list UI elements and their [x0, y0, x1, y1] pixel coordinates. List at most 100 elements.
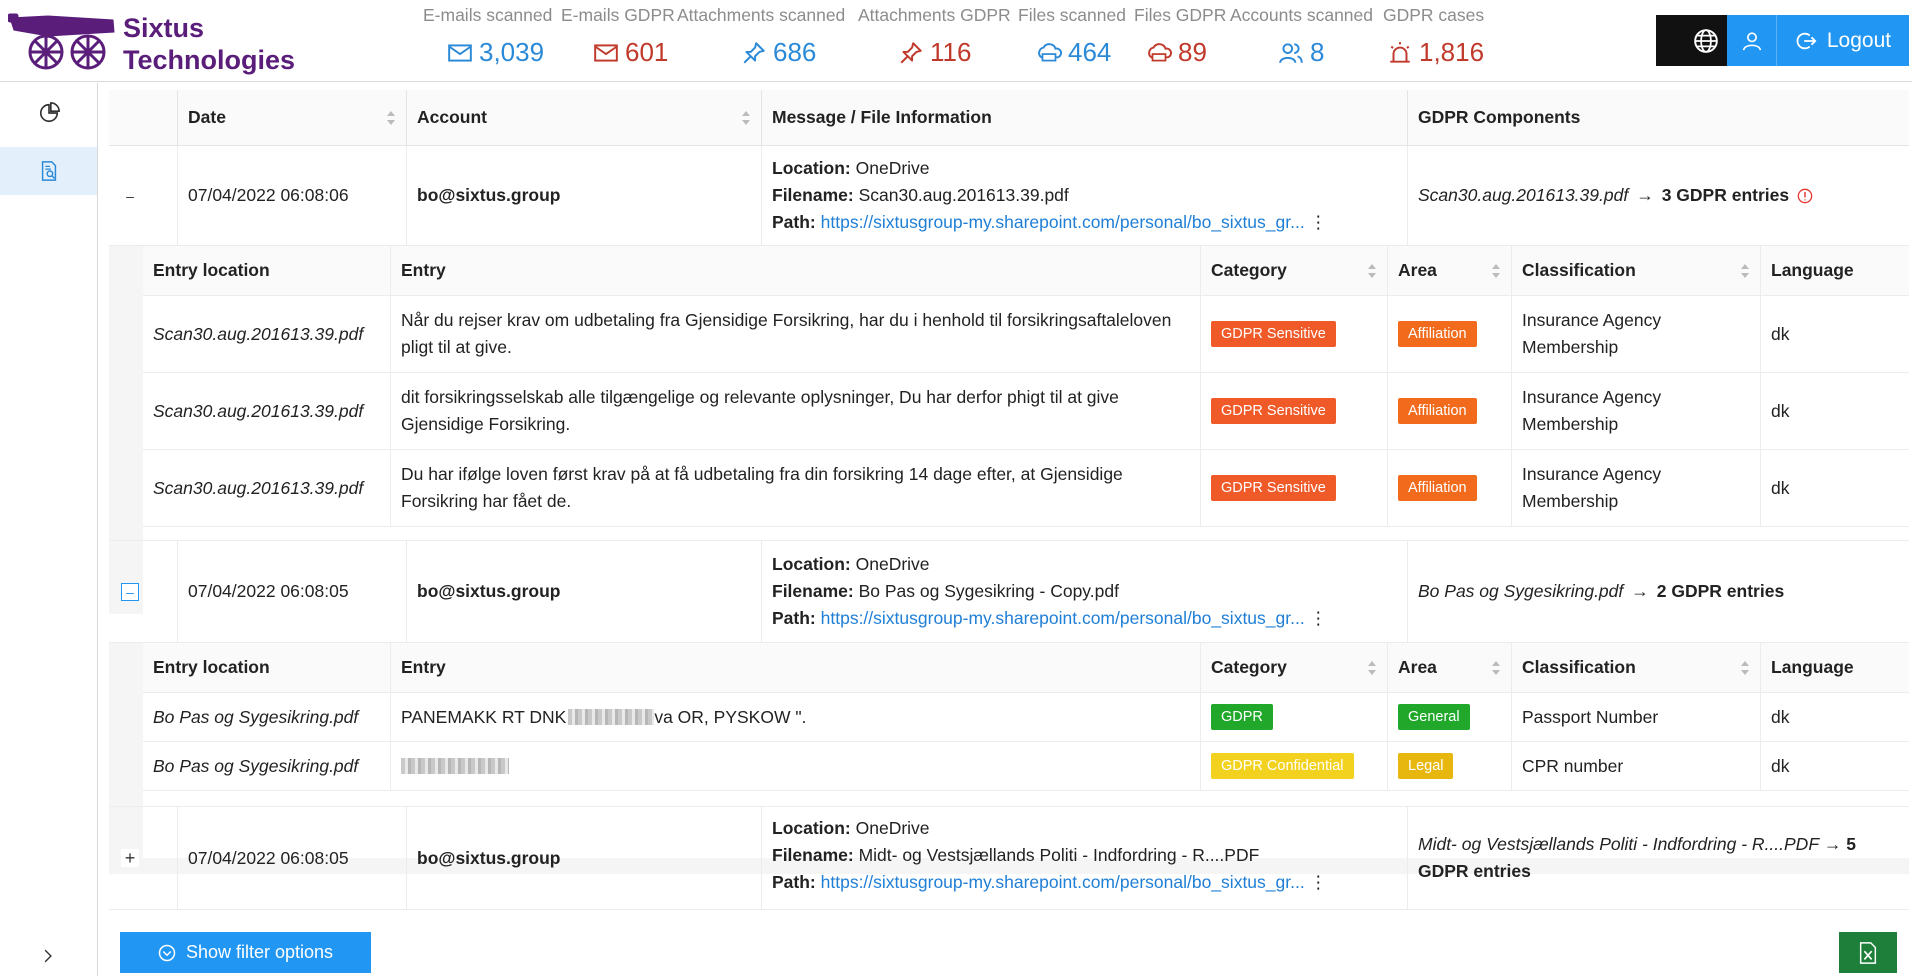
- table-row[interactable]: + 07/04/2022 06:08:05 bo@sixtus.group Lo…: [109, 806, 1909, 910]
- sub-col-entry-location: Entry location: [143, 246, 391, 296]
- pin-icon: [743, 41, 765, 63]
- category-badge: GDPR Sensitive: [1211, 321, 1336, 347]
- redacted-text: [401, 758, 509, 774]
- more-options-icon[interactable]: ⋮: [1310, 608, 1328, 628]
- file-info-cell: Location: OneDrive Filename: Scan30.aug.…: [762, 146, 1408, 245]
- col-date-header[interactable]: Date: [178, 90, 407, 146]
- account-cell: bo@sixtus.group: [407, 541, 762, 642]
- sub-col-category[interactable]: Category: [1201, 643, 1388, 693]
- category-badge: GDPR Confidential: [1211, 753, 1354, 779]
- date-cell: 07/04/2022 06:08:06: [178, 146, 407, 245]
- users-icon: [1279, 42, 1303, 63]
- sidebar: [0, 83, 98, 976]
- sidebar-expand-button[interactable]: [36, 944, 60, 968]
- stat-label: Attachments scanned: [677, 5, 846, 25]
- more-options-icon[interactable]: ⋮: [1310, 872, 1328, 892]
- location-value: OneDrive: [855, 818, 930, 838]
- file-info-cell: Location: OneDrive Filename: Bo Pas og S…: [762, 541, 1408, 642]
- sub-col-classification[interactable]: Classification: [1512, 246, 1761, 296]
- logout-button[interactable]: Logout: [1777, 15, 1909, 66]
- account-cell: bo@sixtus.group: [407, 146, 762, 245]
- sub-col-entry: Entry: [391, 643, 1201, 693]
- collapse-button[interactable]: –: [121, 186, 139, 205]
- date-cell: 07/04/2022 06:08:05: [178, 807, 407, 909]
- logout-icon: [1796, 32, 1817, 49]
- filename-value: Midt- og Vestsjællands Politi - Indfordr…: [858, 845, 1260, 865]
- brand-line1: Sixtus: [123, 13, 205, 43]
- category-badge: GDPR Sensitive: [1211, 475, 1336, 501]
- top-bar: Sixtus Technologies E-mails scanned 3,03…: [0, 0, 1912, 82]
- cloud-drive-icon: [1038, 42, 1062, 61]
- stat-value: 3,039: [447, 37, 544, 68]
- table-row[interactable]: – 07/04/2022 06:08:05 bo@sixtus.group Lo…: [109, 540, 1909, 643]
- mail-icon: [594, 43, 618, 62]
- path-link[interactable]: https://sixtusgroup-my.sharepoint.com/pe…: [821, 212, 1305, 232]
- stat-value: 89: [1146, 37, 1207, 68]
- gdpr-components-cell: Midt- og Vestsjællands Politi - Indfordr…: [1418, 834, 1856, 881]
- pie-chart-icon: [39, 102, 60, 123]
- stat-label: Files scanned: [1018, 5, 1126, 25]
- sub-col-classification[interactable]: Classification: [1512, 643, 1761, 693]
- sidebar-item-scan-results[interactable]: [0, 147, 97, 195]
- pin-icon: [900, 41, 922, 63]
- stat-label: E-mails scanned: [423, 5, 553, 25]
- table-row[interactable]: – 07/04/2022 06:08:06 bo@sixtus.group Lo…: [109, 146, 1909, 246]
- sub-col-language: Language: [1761, 643, 1909, 693]
- area-badge: Affiliation: [1398, 398, 1477, 424]
- sort-icon[interactable]: [1367, 262, 1377, 280]
- stat-label: GDPR cases: [1383, 5, 1485, 25]
- stat-label: E-mails GDPR: [561, 5, 675, 25]
- sort-icon[interactable]: [386, 109, 396, 127]
- stat-value: 116: [898, 37, 971, 68]
- sort-icon[interactable]: [1740, 262, 1750, 280]
- sort-icon[interactable]: [1367, 659, 1377, 677]
- path-link[interactable]: https://sixtusgroup-my.sharepoint.com/pe…: [821, 872, 1305, 892]
- area-badge: Affiliation: [1398, 475, 1477, 501]
- col-expander-header: [109, 90, 178, 146]
- profile-button[interactable]: [1727, 15, 1777, 66]
- arrow-right-icon: →: [1631, 581, 1649, 601]
- document-search-icon: [41, 161, 56, 181]
- brand-name: Sixtus Technologies: [123, 12, 295, 76]
- col-message-header: Message / File Information: [762, 90, 1408, 146]
- brand-line2: Technologies: [123, 45, 296, 75]
- logout-label: Logout: [1826, 28, 1892, 52]
- sort-icon[interactable]: [1491, 262, 1501, 280]
- brand-logo[interactable]: Sixtus Technologies: [8, 6, 295, 75]
- stat-value: 8: [1278, 37, 1324, 68]
- excel-icon: [1859, 941, 1877, 964]
- arrow-right-icon: →: [1636, 185, 1654, 205]
- category-badge: GDPR: [1211, 704, 1273, 730]
- sort-icon[interactable]: [1740, 659, 1750, 677]
- sub-col-category[interactable]: Category: [1201, 246, 1388, 296]
- sub-col-entry-location: Entry location: [143, 643, 391, 693]
- show-filter-options-button[interactable]: Show filter options: [120, 932, 371, 973]
- redacted-text: [568, 709, 655, 725]
- path-link[interactable]: https://sixtusgroup-my.sharepoint.com/pe…: [821, 608, 1305, 628]
- filename-value: Bo Pas og Sygesikring - Copy.pdf: [858, 581, 1119, 601]
- col-account-header[interactable]: Account: [407, 90, 762, 146]
- stat-label: Files GDPR: [1134, 5, 1227, 25]
- chevron-circle-down-icon: [158, 944, 176, 961]
- sub-col-area[interactable]: Area: [1388, 643, 1512, 693]
- col-gdpr-header: GDPR Components: [1408, 90, 1909, 146]
- sidebar-item-dashboard[interactable]: [0, 89, 97, 137]
- sub-col-area[interactable]: Area: [1388, 246, 1512, 296]
- category-badge: GDPR Sensitive: [1211, 398, 1336, 424]
- user-actions: Logout: [1727, 15, 1909, 66]
- area-badge: Legal: [1398, 753, 1454, 779]
- stat-value: 464: [1036, 37, 1111, 68]
- cannon-icon: [8, 13, 115, 70]
- sort-icon[interactable]: [1491, 659, 1501, 677]
- stat-label: Attachments GDPR: [858, 5, 1011, 25]
- alert-circle-icon[interactable]: [1797, 188, 1813, 204]
- stat-value: 686: [741, 37, 816, 68]
- more-options-icon[interactable]: ⋮: [1310, 212, 1328, 232]
- globe-icon: [1694, 28, 1718, 53]
- expand-button[interactable]: +: [121, 849, 139, 867]
- sort-icon[interactable]: [741, 109, 751, 127]
- export-excel-button[interactable]: [1839, 932, 1897, 973]
- collapse-button[interactable]: –: [121, 582, 139, 601]
- stat-value: 1,816: [1387, 37, 1484, 68]
- gdpr-components-cell: Bo Pas og Sygesikring.pdf → 2 GDPR entri…: [1418, 581, 1785, 601]
